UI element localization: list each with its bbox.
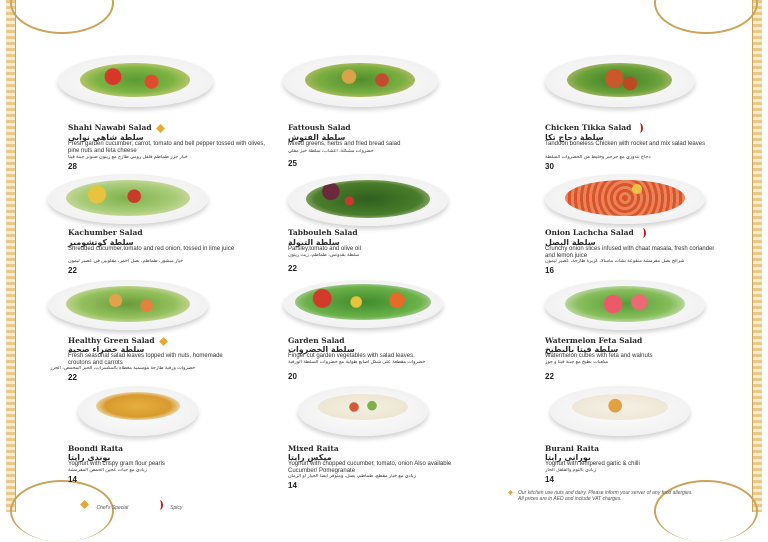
chefs-special-icon [508,490,513,495]
item-title: Onion Lachcha Salad [545,228,646,238]
legend-chefs-special-label: Chef's Special [96,505,129,511]
legend: Chef's Special Spicy [80,496,182,514]
menu-item-burani-raita: Burani Raita بوراني رايتا Yoghurt with t… [545,386,720,496]
item-title: Burani Raita [545,444,599,453]
dish-photo [283,280,443,328]
item-price: 22 [68,266,77,275]
menu-item-kachumber-salad: Kachumber Salad سلطة كوتشومبر Shredded c… [48,170,243,278]
item-price: 14 [68,475,77,484]
item-description-arabic: دجاج تندوري مع جرجير وخليط من الخضروات ا… [545,155,651,160]
item-price: 22 [68,373,77,382]
dish-photo [48,174,208,224]
item-description: Shredded cucumber,tomato and red onion, … [68,246,235,252]
menu-item-boondi-raita: Boondi Raita بوندي رايتا Yoghurt with cr… [68,386,243,496]
menu-item-shahi-nawabi-salad: Shahi Nawabi Salad سلطة شاهي نوابي Fresh… [58,55,265,171]
dish-photo [545,174,705,224]
menu-item-chicken-tikka-salad: Chicken Tikka Salad سلطة دجاج تكا Tandoo… [545,55,720,171]
item-description-arabic: زبادي بالثوم والفلفل الحار [545,468,597,473]
chefs-special-icon [80,500,89,510]
legend-spicy-label: Spicy [170,505,183,511]
item-title: Boondi Raita [68,444,123,453]
item-description-arabic: زبادي مع حبات عجين الحمص المقرمشة [68,468,147,473]
item-description-arabic: خيار جزر طماطم فلفل رومي طازج مع زيتون ص… [68,155,188,160]
dish-photo [545,280,705,330]
dish-photo [48,280,208,330]
right-ornamental-border [752,0,762,512]
item-title: Garden Salad [288,336,345,345]
item-title: Kachumber Salad [68,228,143,237]
item-price: 14 [545,475,554,484]
menu-item-garden-salad: Garden Salad سلطة الخضروات Finger cut ga… [283,278,463,386]
chefs-special-icon [155,123,165,133]
spicy-icon [635,123,644,133]
dish-photo [58,55,213,107]
menu-item-tabbouleh-salad: Tabbouleh Salad سلطة التبولة Parsley,tom… [288,170,463,278]
item-description: Fresh garden cucumber, carrot, tomato an… [68,141,266,155]
spicy-icon [638,228,646,238]
corner-ornament-top-left [10,0,114,34]
footer-note: Our kitchen use nuts and dairy. Please i… [508,490,693,508]
item-title: Fattoush Salad [288,123,351,132]
item-price: 22 [288,264,297,273]
item-description-arabic: مكعبات بطيخ مع جبنة فيتا و جوز [545,360,609,365]
dish-photo [545,55,695,107]
item-description-arabic: سلطة بقدونس، طماطم، زيت زيتون [288,253,360,258]
item-description: Tandoori boneless Chicken with rocket an… [545,141,706,147]
item-title: Tabbouleh Salad [288,228,358,237]
item-price: 25 [288,159,297,168]
item-description-arabic: خضروات ورقية طازجة موسمية مغطاة بالمكسرا… [50,366,196,371]
menu-item-watermelon-feta-salad: Watermelon Feta Salad سلطة فيتا بالبطيخ … [545,278,720,386]
item-price: 20 [288,372,297,381]
item-price: 14 [288,481,297,490]
item-price: 16 [545,266,554,275]
allergy-note: Our kitchen use nuts and dairy. Please i… [518,490,693,502]
item-title: Mixed Raita [288,444,339,453]
dish-photo [288,174,448,226]
chefs-special-icon [158,336,168,346]
item-description-arabic: شرائح بصل مقرمشة منقوعة بشات ماسالا، كزب… [545,259,685,264]
menu-item-mixed-raita: Mixed Raita ميكس رايتا Yoghurt with chop… [288,386,463,496]
dish-photo [298,386,428,436]
spicy-icon [155,499,163,510]
menu-item-onion-lachcha-salad: Onion Lachcha Salad سلطة البصل Crunchy o… [545,170,720,278]
left-ornamental-border [6,0,16,512]
item-description-arabic: خضروات مقطعة على شكل أصابع طولية مع خضرو… [288,360,426,365]
corner-ornament-top-right [654,0,758,34]
item-description-arabic: خضروات مشكلة، أعشاب، سلطة خبز مقلي [288,149,374,154]
item-title: Shahi Nawabi Salad [68,123,165,133]
item-title: Watermelon Feta Salad [545,336,643,345]
menu-item-fattoush-salad: Fattoush Salad سلطة الفتوش Mixed greens,… [283,55,463,170]
item-description: Mixed greens, herbs and fried bread sala… [288,141,401,147]
dish-photo [550,386,690,436]
dish-photo [283,55,438,107]
dish-photo [78,386,198,436]
item-description-arabic: زبادي مع خيار مقطع، طماطم، بصل، ومتوفر أ… [288,474,416,479]
item-description-arabic: خيار مبشور، طماطم، بصل أحمر، مقلوبين في … [68,259,184,264]
item-price: 22 [545,372,554,381]
menu-item-healthy-green-salad: Healthy Green Salad سلطة خضراء صحية Fres… [48,278,243,386]
item-title: Chicken Tikka Salad [545,123,644,133]
